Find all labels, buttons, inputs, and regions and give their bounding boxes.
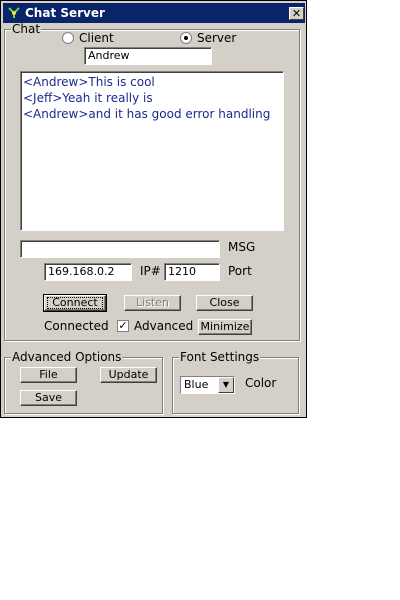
ip-address-input[interactable]: 169.168.0.2 [44, 263, 132, 281]
server-radio-dot [184, 36, 188, 40]
client-radio-label[interactable]: Client [79, 31, 114, 45]
advanced-checkbox[interactable]: ✓ [117, 320, 129, 332]
save-button[interactable]: Save [20, 390, 77, 406]
close-button[interactable]: Close [196, 295, 253, 311]
font-color-select[interactable]: Blue ▼ [180, 376, 235, 394]
server-radio[interactable] [180, 32, 192, 44]
advanced-checkbox-label[interactable]: Advanced [134, 319, 193, 333]
listen-button[interactable]: Listen [124, 295, 181, 311]
connection-status: Connected [44, 319, 109, 333]
close-icon: ✕ [291, 7, 302, 20]
server-radio-label[interactable]: Server [197, 31, 236, 45]
file-button[interactable]: File [20, 367, 77, 383]
message-input[interactable] [20, 240, 220, 258]
chat-message: <Jeff>Yeah it really is [23, 91, 153, 105]
chat-message: <Andrew>This is cool [23, 75, 155, 89]
font-settings-legend: Font Settings [179, 350, 261, 364]
connect-button[interactable]: Connect [43, 294, 107, 312]
chevron-down-icon[interactable]: ▼ [218, 377, 234, 393]
chat-message: <Andrew>and it has good error handling [23, 107, 271, 121]
app-icon [7, 6, 21, 20]
name-input[interactable]: Andrew [84, 47, 212, 65]
font-color-value: Blue [184, 378, 209, 391]
minimize-button[interactable]: Minimize [198, 319, 252, 335]
chat-log[interactable]: <Andrew>This is cool <Jeff>Yeah it reall… [20, 71, 284, 231]
color-label: Color [245, 376, 277, 390]
port-label: Port [228, 264, 252, 278]
port-input[interactable]: 1210 [164, 263, 220, 281]
focus-rect [47, 297, 103, 309]
window-title: Chat Server [25, 6, 105, 20]
client-radio[interactable] [62, 32, 74, 44]
advanced-options-legend: Advanced Options [11, 350, 123, 364]
title-bar[interactable]: Chat Server ✕ [3, 3, 305, 23]
chat-group-legend: Chat [11, 22, 42, 36]
update-button[interactable]: Update [100, 367, 157, 383]
check-icon: ✓ [118, 319, 128, 332]
ip-label: IP# [140, 264, 161, 278]
close-window-button[interactable]: ✕ [289, 7, 304, 20]
msg-label: MSG [228, 240, 256, 254]
